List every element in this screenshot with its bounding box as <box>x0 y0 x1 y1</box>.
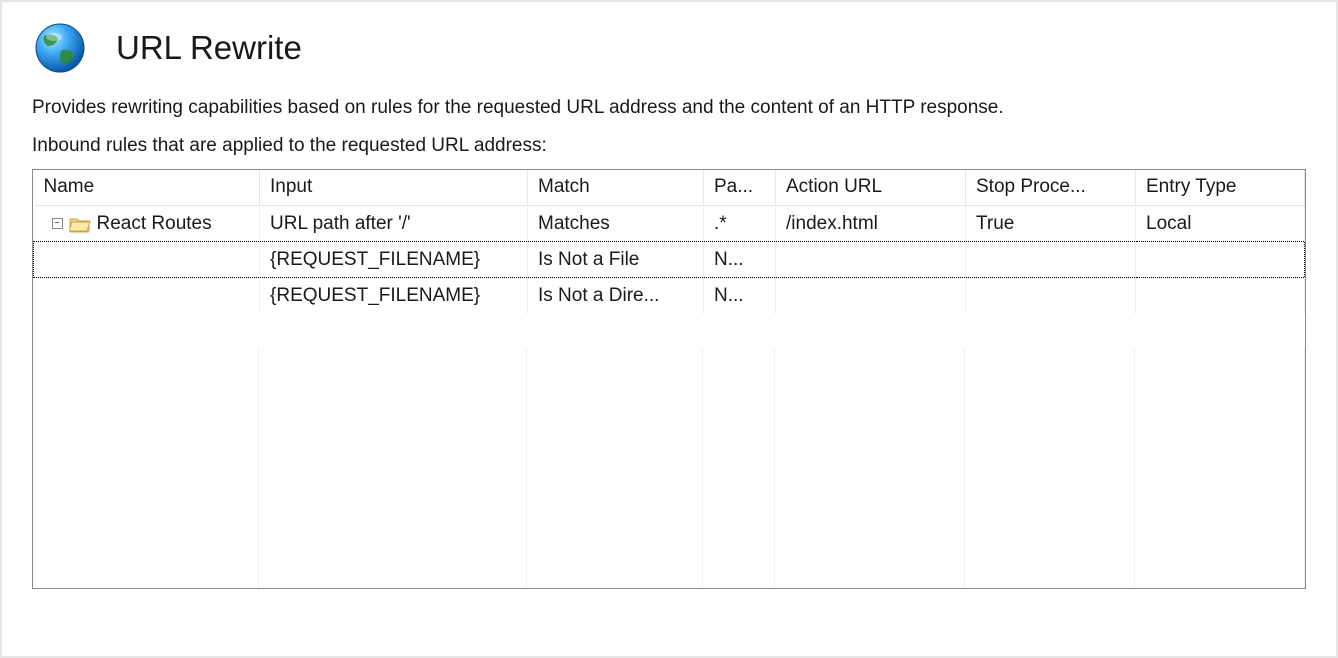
table-row[interactable]: − React Routes URL path after '/'Matches.*… <box>34 206 1305 242</box>
cell-stop <box>966 242 1136 278</box>
cell-action-url <box>776 242 966 278</box>
section-subheading: Inbound rules that are applied to the re… <box>32 135 1306 157</box>
cell-name <box>34 278 260 314</box>
col-header-input[interactable]: Input <box>260 170 528 206</box>
table-header-row: Name Input Match Pa... Action URL Stop P… <box>34 170 1305 206</box>
cell-stop <box>966 278 1136 314</box>
col-header-match[interactable]: Match <box>528 170 704 206</box>
cell-input: URL path after '/' <box>260 206 528 242</box>
cell-name <box>34 242 260 278</box>
cell-entry-type <box>1136 242 1305 278</box>
cell-input: {REQUEST_FILENAME} <box>260 242 528 278</box>
cell-action-url: /index.html <box>776 206 966 242</box>
cell-match: Is Not a Dire... <box>528 278 704 314</box>
grid-empty-area <box>33 348 1305 588</box>
folder-open-icon <box>69 215 91 233</box>
title-row: URL Rewrite <box>32 20 1306 76</box>
tree-collapse-icon[interactable]: − <box>52 218 63 229</box>
table-row[interactable]: {REQUEST_FILENAME}Is Not a Dire...N... <box>34 278 1305 314</box>
header-area: URL Rewrite Provides rewriting capabilit… <box>2 2 1336 157</box>
col-header-stop[interactable]: Stop Proce... <box>966 170 1136 206</box>
cell-match: Matches <box>528 206 704 242</box>
table-row[interactable]: {REQUEST_FILENAME}Is Not a FileN... <box>34 242 1305 278</box>
cell-entry-type: Local <box>1136 206 1305 242</box>
rules-table: Name Input Match Pa... Action URL Stop P… <box>33 170 1305 314</box>
cell-action-url <box>776 278 966 314</box>
page-description: Provides rewriting capabilities based on… <box>32 96 1306 121</box>
cell-name: − React Routes <box>34 206 260 242</box>
col-header-pattern[interactable]: Pa... <box>704 170 776 206</box>
rules-grid[interactable]: Name Input Match Pa... Action URL Stop P… <box>32 169 1306 589</box>
col-header-entry-type[interactable]: Entry Type <box>1136 170 1305 206</box>
rule-name-label: React Routes <box>97 213 212 235</box>
page-title: URL Rewrite <box>116 29 302 67</box>
cell-pattern: .* <box>704 206 776 242</box>
cell-match: Is Not a File <box>528 242 704 278</box>
cell-stop: True <box>966 206 1136 242</box>
col-header-name[interactable]: Name <box>34 170 260 206</box>
cell-pattern: N... <box>704 278 776 314</box>
panel-frame: URL Rewrite Provides rewriting capabilit… <box>0 0 1338 658</box>
cell-input: {REQUEST_FILENAME} <box>260 278 528 314</box>
cell-entry-type <box>1136 278 1305 314</box>
col-header-action-url[interactable]: Action URL <box>776 170 966 206</box>
cell-pattern: N... <box>704 242 776 278</box>
globe-icon <box>32 20 88 76</box>
